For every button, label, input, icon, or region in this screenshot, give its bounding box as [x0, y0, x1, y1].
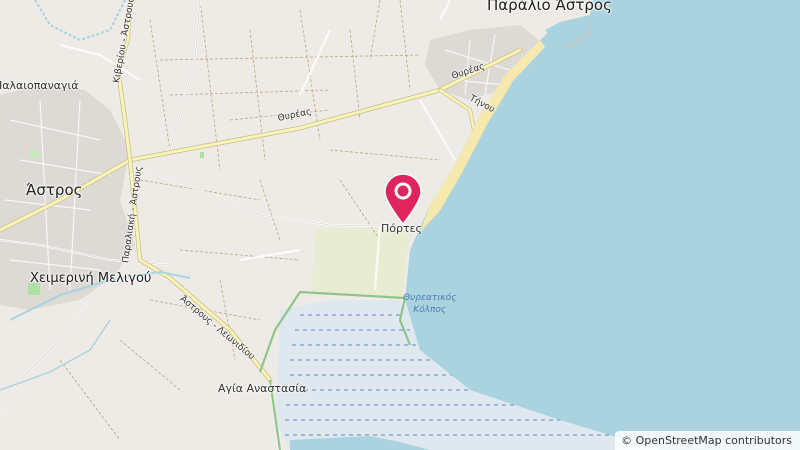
attribution[interactable]: © OpenStreetMap contributors: [615, 431, 800, 450]
farmland-area: [312, 228, 410, 300]
map-pin-icon[interactable]: [381, 172, 425, 228]
map-view[interactable]: Άστρος Παράλιο Άστρος Χειμερινή Μελιγού …: [0, 0, 800, 450]
